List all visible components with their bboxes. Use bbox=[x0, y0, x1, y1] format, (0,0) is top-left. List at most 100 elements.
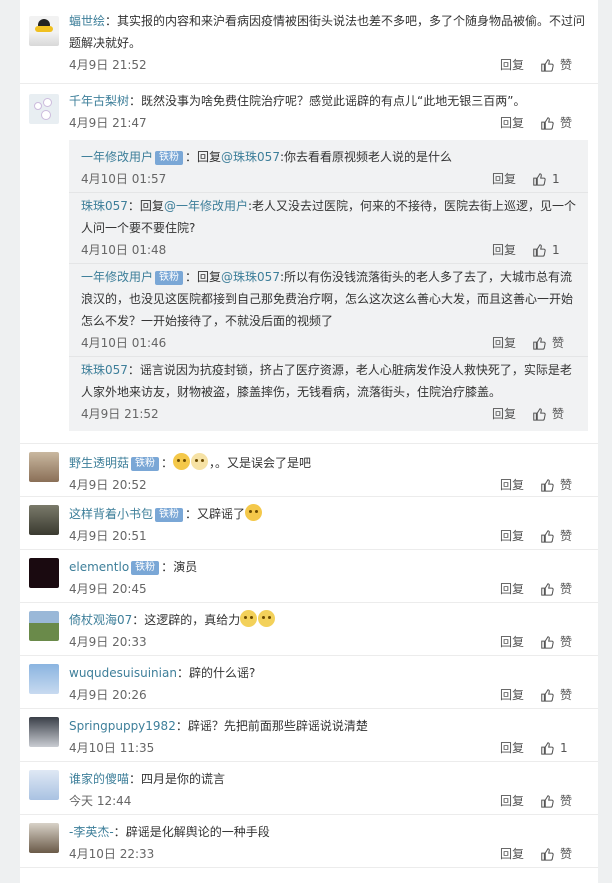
reply-button[interactable]: 回复 bbox=[500, 54, 524, 76]
fan-badge: 铁粉 bbox=[131, 561, 160, 575]
username-link[interactable]: 谁家的傻喵 bbox=[69, 772, 129, 786]
comment-text: 千年古梨树：既然没事为啥免费住院治疗呢？感觉此谣辟的有点儿“此地无银三百两”。 bbox=[69, 94, 526, 108]
mention-link[interactable]: @珠珠057 bbox=[221, 150, 280, 164]
like-count: 赞 bbox=[552, 336, 565, 350]
like-button[interactable]: 赞 bbox=[540, 790, 576, 812]
username-link[interactable]: 千年古梨树 bbox=[69, 94, 129, 108]
comment-text: 蝠世绘：其实报的内容和来沪看病因疫情被困街头说法也差不多吧，多了个随身物品被偷。… bbox=[69, 14, 586, 50]
like-count: 赞 bbox=[560, 688, 573, 702]
timestamp: 4月9日 21:47 bbox=[69, 116, 147, 130]
username-link[interactable]: wuqudesuisuinian bbox=[69, 666, 177, 680]
reply-button[interactable]: 回复 bbox=[500, 112, 524, 134]
avatar[interactable] bbox=[29, 664, 59, 694]
avatar[interactable] bbox=[29, 452, 59, 482]
like-count: 赞 bbox=[560, 529, 573, 543]
thumbs-up-icon bbox=[541, 636, 554, 649]
reply-button[interactable]: 回复 bbox=[500, 790, 524, 812]
reply-button[interactable]: 回复 bbox=[492, 239, 516, 261]
timestamp: 4月9日 20:33 bbox=[69, 635, 147, 649]
reply-button[interactable]: 回复 bbox=[492, 332, 516, 354]
like-count: 1 bbox=[552, 243, 560, 257]
like-button[interactable]: 赞 bbox=[540, 112, 576, 134]
comment-meta: 4月9日 21:47 回复 赞 bbox=[69, 112, 586, 134]
avatar[interactable] bbox=[29, 770, 59, 800]
thumbs-up-icon bbox=[533, 244, 546, 257]
username-link[interactable]: 一年修改用户 bbox=[81, 270, 153, 284]
username-link[interactable]: -李英杰- bbox=[69, 825, 114, 839]
username-link[interactable]: 倚杖观海07 bbox=[69, 613, 132, 627]
timestamp: 4月10日 22:33 bbox=[69, 847, 155, 861]
thumbs-up-icon bbox=[533, 408, 546, 421]
reply-button[interactable]: 回复 bbox=[500, 525, 524, 547]
reply-item: 珠珠057：谣言说因为抗疫封锁，挤占了医疗资源，老人心脏病发作没人救快死了，实际… bbox=[69, 357, 588, 425]
avatar[interactable] bbox=[29, 16, 59, 46]
thumbs-up-icon bbox=[541, 689, 554, 702]
comment-item: 蝠世绘：其实报的内容和来沪看病因疫情被困街头说法也差不多吧，多了个随身物品被偷。… bbox=[20, 0, 598, 84]
comment-item: Springpuppy1982：辟谣？先把前面那些辟谣说说清楚 4月10日 11… bbox=[20, 709, 598, 762]
timestamp: 4月10日 01:46 bbox=[81, 336, 167, 350]
reply-button[interactable]: 回复 bbox=[500, 684, 524, 706]
like-count: 赞 bbox=[560, 794, 573, 808]
emoji-icon bbox=[245, 504, 263, 521]
comment-text: 谁家的傻喵：四月是你的谎言 bbox=[69, 772, 226, 786]
like-button[interactable]: 赞 bbox=[532, 403, 568, 425]
timestamp: 今天 12:44 bbox=[69, 794, 132, 808]
username-link[interactable]: 野生透明菇 bbox=[69, 456, 129, 470]
like-button[interactable]: 赞 bbox=[540, 54, 576, 76]
like-button[interactable]: 赞 bbox=[532, 332, 568, 354]
like-button[interactable]: 赞 bbox=[540, 474, 576, 496]
username-link[interactable]: 一年修改用户 bbox=[81, 150, 153, 164]
fan-badge: 铁粉 bbox=[131, 457, 160, 471]
like-count: 1 bbox=[552, 172, 560, 186]
username-link[interactable]: 这样背着小书包 bbox=[69, 507, 153, 521]
thumbs-up-icon bbox=[541, 530, 554, 543]
reply-button[interactable]: 回复 bbox=[500, 843, 524, 865]
avatar[interactable] bbox=[29, 823, 59, 853]
like-button[interactable]: 赞 bbox=[540, 631, 576, 653]
like-button[interactable]: 赞 bbox=[540, 578, 576, 600]
comment-text: -李英杰-：辟谣是化解舆论的一种手段 bbox=[69, 825, 270, 839]
reply-button[interactable]: 回复 bbox=[500, 474, 524, 496]
thumbs-up-icon bbox=[541, 583, 554, 596]
reply-item: 一年修改用户 铁粉 ：回复@珠珠057:所以有伤没钱流落街头的老人多了去了，大城市总… bbox=[69, 264, 588, 357]
timestamp: 4月9日 21:52 bbox=[69, 58, 147, 72]
avatar[interactable] bbox=[29, 558, 59, 588]
avatar[interactable] bbox=[29, 717, 59, 747]
like-button[interactable]: 赞 bbox=[540, 525, 576, 547]
like-count: 赞 bbox=[552, 407, 565, 421]
thumbs-up-icon bbox=[533, 173, 546, 186]
like-count: 赞 bbox=[560, 582, 573, 596]
like-button[interactable]: 赞 bbox=[540, 684, 576, 706]
username-link[interactable]: 珠珠057 bbox=[81, 363, 128, 377]
mention-link[interactable]: @珠珠057 bbox=[221, 270, 280, 284]
like-count: 赞 bbox=[560, 478, 573, 492]
mention-link[interactable]: @一年修改用户 bbox=[164, 199, 248, 213]
comment-item: 野生透明菇 铁粉：，。又是误会了是吧 4月9日 20:52 回复 赞 bbox=[20, 444, 598, 497]
timestamp: 4月10日 01:57 bbox=[81, 172, 167, 186]
like-button[interactable]: 1 bbox=[532, 168, 568, 190]
like-button[interactable]: 赞 bbox=[540, 843, 576, 865]
reply-button[interactable]: 回复 bbox=[500, 578, 524, 600]
fan-badge: 铁粉 bbox=[155, 508, 184, 522]
avatar[interactable] bbox=[29, 505, 59, 535]
username-link[interactable]: elementlo bbox=[69, 560, 129, 574]
username-link[interactable]: Springpuppy1982 bbox=[69, 719, 176, 733]
reply-button[interactable]: 回复 bbox=[492, 403, 516, 425]
reply-button[interactable]: 回复 bbox=[500, 737, 524, 759]
username-link[interactable]: 蝠世绘 bbox=[69, 14, 105, 28]
like-button[interactable]: 1 bbox=[532, 239, 568, 261]
comment-panel: 蝠世绘：其实报的内容和来沪看病因疫情被困街头说法也差不多吧，多了个随身物品被偷。… bbox=[20, 0, 598, 883]
like-count: 赞 bbox=[560, 635, 573, 649]
timestamp: 4月9日 20:26 bbox=[69, 688, 147, 702]
fan-badge: 铁粉 bbox=[155, 271, 184, 285]
reply-button[interactable]: 回复 bbox=[492, 168, 516, 190]
avatar[interactable] bbox=[29, 611, 59, 641]
username-link[interactable]: 珠珠057 bbox=[81, 199, 128, 213]
timestamp: 4月10日 11:35 bbox=[69, 741, 155, 755]
like-count: 1 bbox=[560, 741, 568, 755]
emoji-icon bbox=[258, 610, 276, 627]
comment-text: 野生透明菇 铁粉：，。又是误会了是吧 bbox=[69, 452, 586, 474]
reply-button[interactable]: 回复 bbox=[500, 631, 524, 653]
avatar[interactable] bbox=[29, 94, 59, 124]
like-button[interactable]: 1 bbox=[540, 737, 576, 759]
